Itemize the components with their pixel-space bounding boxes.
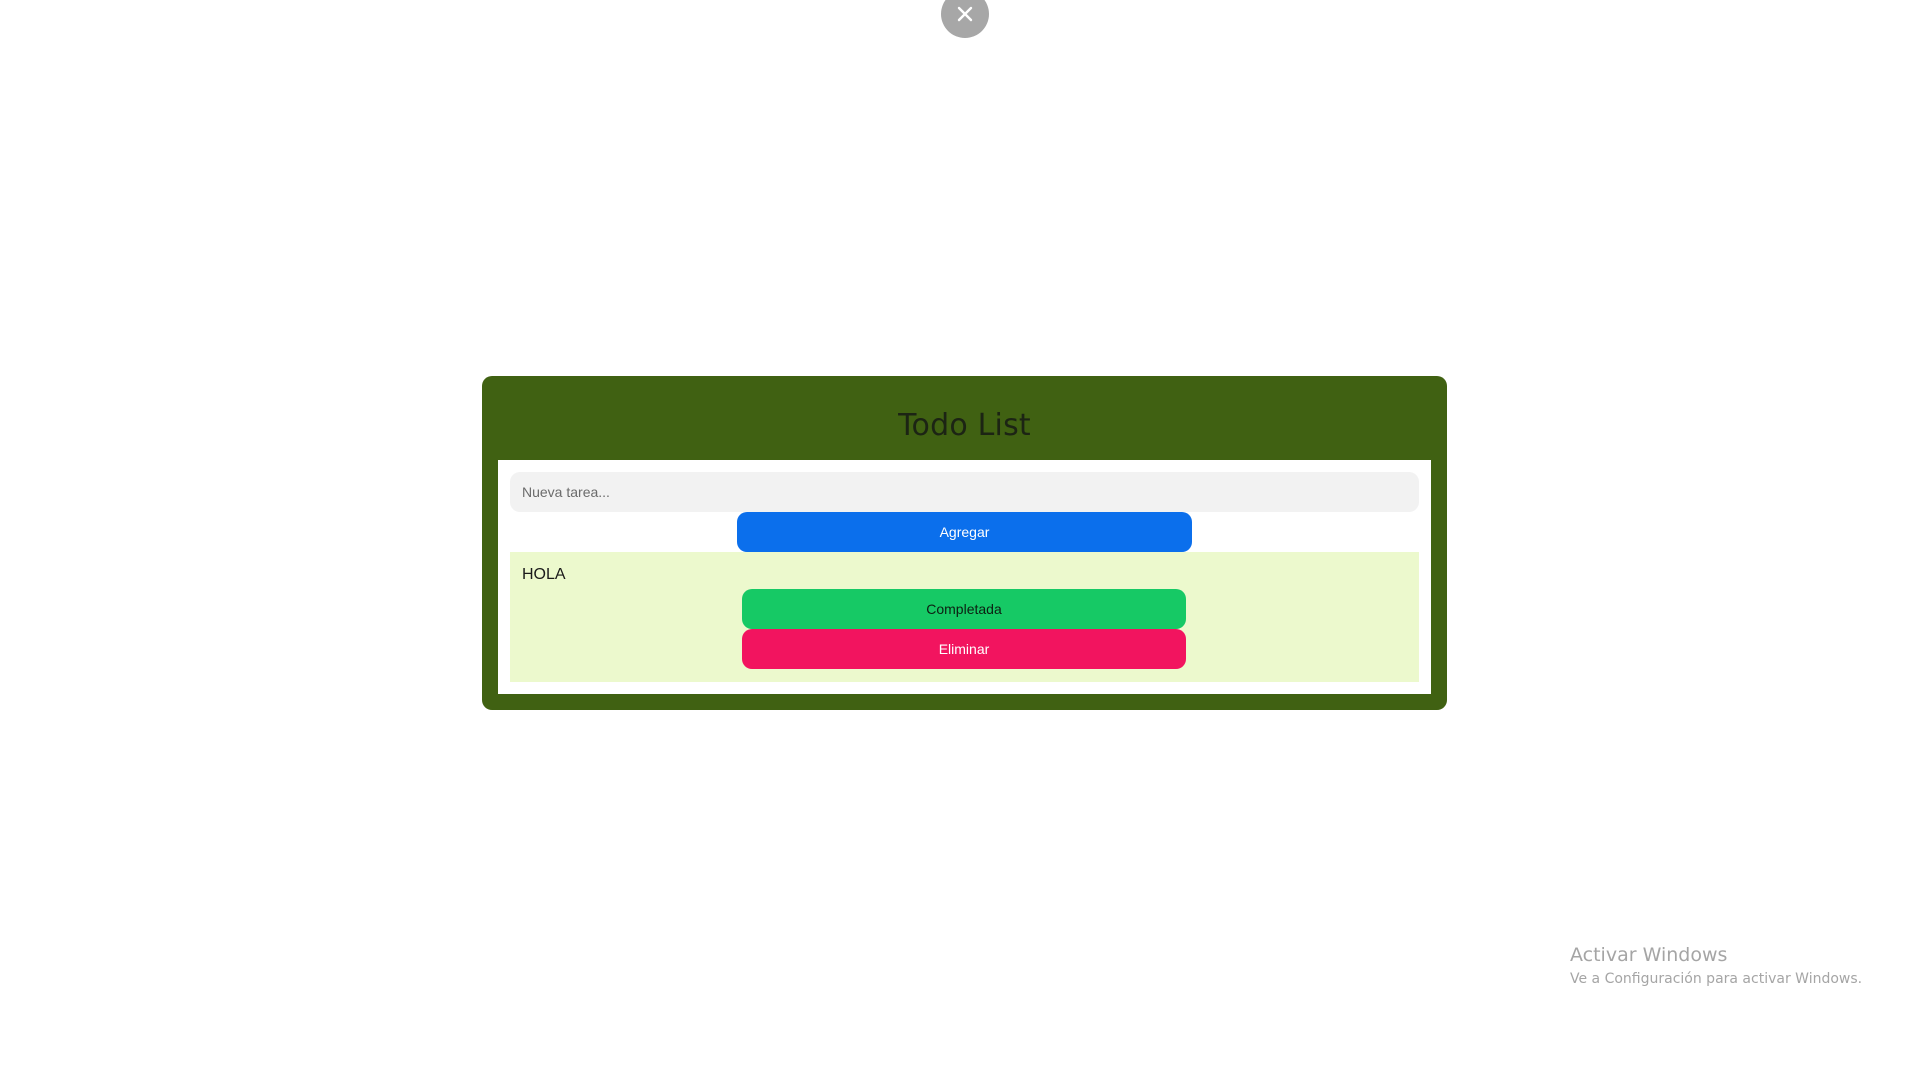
task-item: HOLA Completada Eliminar — [510, 552, 1419, 682]
add-task-button[interactable]: Agregar — [737, 512, 1192, 552]
activation-watermark: Activar Windows Ve a Configuración para … — [1570, 943, 1862, 989]
delete-task-button[interactable]: Eliminar — [742, 629, 1186, 669]
close-icon — [957, 6, 973, 22]
todo-body: Agregar HOLA Completada Eliminar — [498, 460, 1431, 694]
watermark-subtitle: Ve a Configuración para activar Windows. — [1570, 971, 1863, 987]
watermark-title: Activar Windows — [1570, 944, 1728, 966]
close-button[interactable] — [941, 0, 989, 38]
new-task-input[interactable] — [510, 472, 1419, 512]
complete-task-button[interactable]: Completada — [742, 589, 1186, 629]
todo-card: Todo List Agregar HOLA Completada Elimin… — [482, 376, 1447, 710]
page: Todo List Agregar HOLA Completada Elimin… — [0, 0, 1920, 1080]
task-text: HOLA — [522, 566, 566, 583]
todo-title: Todo List — [898, 408, 1031, 443]
